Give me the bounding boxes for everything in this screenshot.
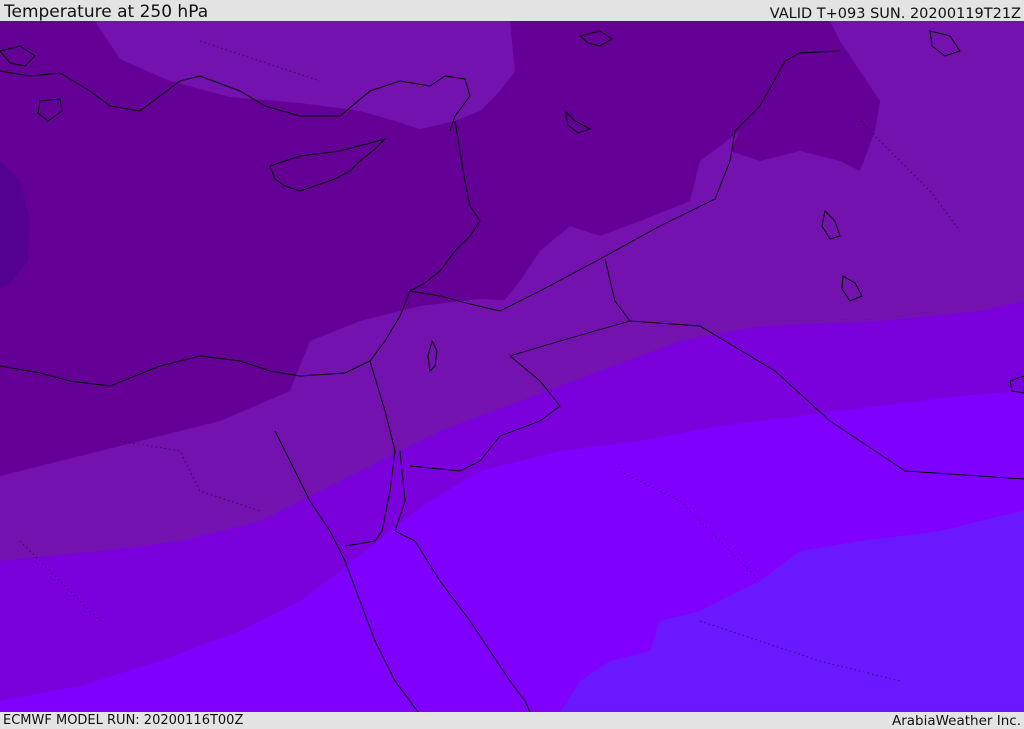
model-run-label: ECMWF MODEL RUN: 20200116T00Z [3, 713, 244, 728]
provider-label: ArabiaWeather Inc. [891, 713, 1021, 729]
map-page: Temperature at 250 hPa VALID T+093 SUN. … [0, 0, 1024, 729]
map-canvas [0, 21, 1024, 712]
footer-bar: ECMWF MODEL RUN: 20200116T00Z ArabiaWeat… [0, 712, 1024, 729]
map-title: Temperature at 250 hPa [4, 2, 209, 22]
weather-map [0, 21, 1024, 712]
valid-time-label: VALID T+093 SUN. 20200119T21Z [769, 6, 1021, 22]
header-bar: Temperature at 250 hPa VALID T+093 SUN. … [0, 0, 1024, 22]
